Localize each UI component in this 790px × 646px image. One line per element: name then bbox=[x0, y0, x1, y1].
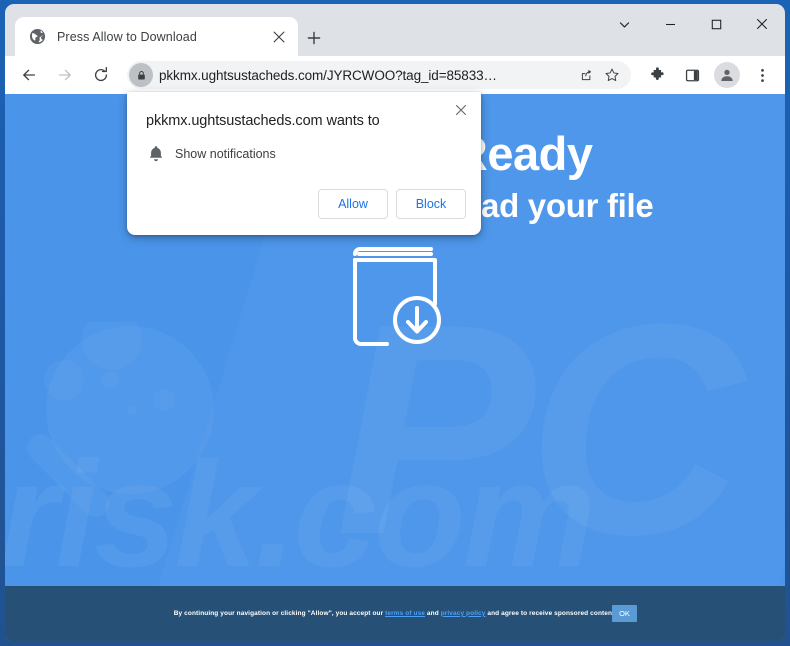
tab-strip: Press Allow to Download bbox=[5, 4, 785, 56]
dialog-title: pkkmx.ughtsustacheds.com wants to bbox=[146, 113, 380, 129]
file-download-icon bbox=[353, 247, 441, 346]
window-controls bbox=[601, 4, 785, 44]
globe-icon bbox=[29, 28, 46, 45]
dialog-actions: Allow Block bbox=[318, 189, 466, 219]
browser-toolbar: pkkmx.ughtsustacheds.com/JYRCWOO?tag_id=… bbox=[5, 56, 785, 94]
browser-window: Press Allow to Download pkkmx.ughtsustac… bbox=[0, 0, 790, 646]
star-icon[interactable] bbox=[599, 62, 625, 88]
browser-tab[interactable]: Press Allow to Download bbox=[15, 17, 298, 56]
avatar[interactable] bbox=[712, 60, 742, 90]
consent-text-after: and agree to receive sponsored content. bbox=[485, 609, 617, 617]
consent-banner: By continuing your navigation or clickin… bbox=[5, 586, 785, 641]
back-icon[interactable] bbox=[14, 60, 44, 90]
permission-row: Show notifications bbox=[146, 144, 276, 164]
forward-icon[interactable] bbox=[50, 60, 80, 90]
new-tab-button[interactable] bbox=[301, 25, 327, 51]
three-dot-menu-icon[interactable] bbox=[747, 60, 777, 90]
block-button[interactable]: Block bbox=[396, 189, 466, 219]
consent-text-between: and bbox=[425, 609, 441, 617]
bell-icon bbox=[146, 144, 166, 164]
watermark-risk: risk.com bbox=[5, 430, 596, 598]
consent-text: By continuing your navigation or clickin… bbox=[174, 608, 617, 619]
share-icon[interactable] bbox=[573, 62, 599, 88]
lock-icon[interactable] bbox=[129, 63, 153, 87]
tab-close-icon[interactable] bbox=[268, 26, 290, 48]
tab-title: Press Allow to Download bbox=[57, 29, 197, 44]
dialog-close-icon[interactable] bbox=[450, 99, 472, 121]
consent-ok-button[interactable]: OK bbox=[612, 605, 637, 622]
consent-text-before: By continuing your navigation or clickin… bbox=[173, 609, 386, 617]
minimize-icon[interactable] bbox=[647, 4, 693, 44]
permission-label: Show notifications bbox=[175, 147, 276, 161]
address-bar[interactable]: pkkmx.ughtsustacheds.com/JYRCWOO?tag_id=… bbox=[127, 61, 631, 89]
terms-of-use-link[interactable]: terms of use bbox=[385, 610, 425, 617]
reload-icon[interactable] bbox=[86, 60, 116, 90]
tab-search-chevron-icon[interactable] bbox=[601, 4, 647, 44]
privacy-policy-link[interactable]: privacy policy bbox=[441, 610, 486, 617]
maximize-icon[interactable] bbox=[693, 4, 739, 44]
puzzle-icon[interactable] bbox=[642, 60, 672, 90]
allow-button[interactable]: Allow bbox=[318, 189, 388, 219]
url-text[interactable]: pkkmx.ughtsustacheds.com/JYRCWOO?tag_id=… bbox=[159, 68, 573, 83]
side-panel-icon[interactable] bbox=[677, 60, 707, 90]
notification-permission-dialog: pkkmx.ughtsustacheds.com wants to Show n… bbox=[127, 92, 481, 235]
close-icon[interactable] bbox=[739, 4, 785, 44]
